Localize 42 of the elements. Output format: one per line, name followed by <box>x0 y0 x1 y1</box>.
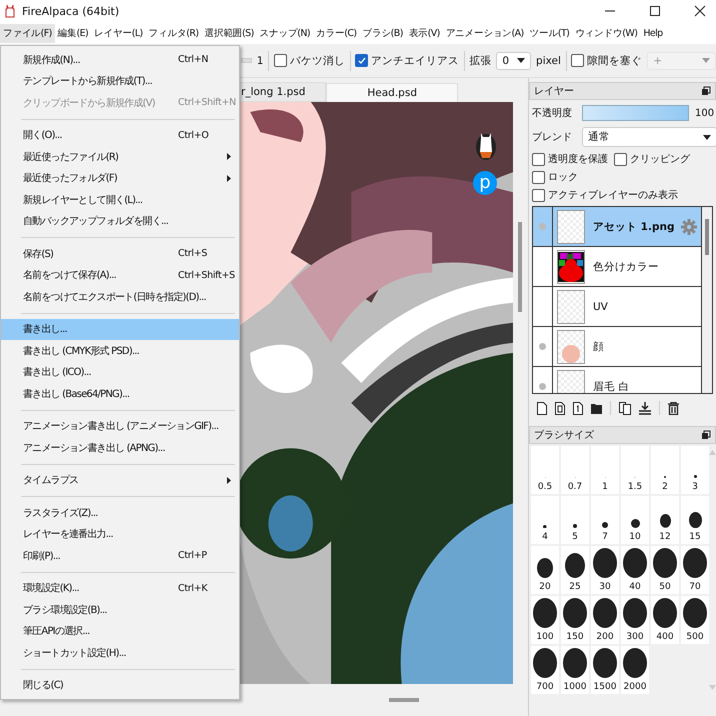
brush-size-label: 100 <box>536 632 554 642</box>
layer-name: アセット 1.png <box>593 220 676 234</box>
window-title: FireAlpaca (64bit) <box>22 4 120 18</box>
brush-size-label: 15 <box>689 532 701 542</box>
unit-label: pixel <box>536 54 561 66</box>
brush-size-label: 300 <box>626 632 644 642</box>
brush-size-label: 1500 <box>594 682 616 692</box>
brush-size-label: 4 <box>542 532 548 542</box>
slider-value: 1 <box>256 54 264 66</box>
brush-size-label: 500 <box>686 632 704 642</box>
brush-size-label: 200 <box>596 632 614 642</box>
brush-size-label: 50 <box>659 582 671 592</box>
layer-name: 色分けカラー <box>593 260 660 274</box>
brush-size-label: 0.5 <box>538 482 552 492</box>
brush-size-label: 5 <box>572 532 578 542</box>
brush-size-label: 0.7 <box>568 482 582 492</box>
layer-name: UV <box>593 300 609 312</box>
brush-size-label: 1000 <box>564 682 586 692</box>
brush-size-label: 25 <box>569 582 581 592</box>
layer-name: 顔 <box>593 340 605 354</box>
brush-size-label: 700 <box>536 682 554 692</box>
brush-size-label: 1 <box>602 482 608 492</box>
opacity-label: 不透明度 <box>532 106 573 120</box>
brush-size-label: 150 <box>566 632 584 642</box>
layer-name: 眉毛 白 <box>593 380 630 393</box>
brush-size-label: 1.5 <box>628 482 642 492</box>
brush-size-label: 2000 <box>624 682 646 692</box>
brush-size-label: 10 <box>629 532 641 542</box>
panel-title: ブラシサイズ <box>534 428 594 442</box>
expand-label: 拡張 <box>469 54 492 68</box>
brush-size-label: 70 <box>689 582 701 592</box>
brush-size-label: 7 <box>602 532 608 542</box>
brush-size-label: 20 <box>539 582 551 592</box>
opacity-value: 100 <box>695 108 713 118</box>
brush-size-label: 2 <box>662 482 668 492</box>
brush-size-label: 3 <box>692 482 698 492</box>
panel-title: レイヤー <box>534 85 574 98</box>
brush-size-label: 40 <box>629 582 641 592</box>
blend-label: ブレンド <box>532 130 573 144</box>
brush-size-label: 400 <box>656 632 674 642</box>
brush-size-label: 30 <box>599 582 611 592</box>
brush-size-label: 12 <box>659 532 671 542</box>
